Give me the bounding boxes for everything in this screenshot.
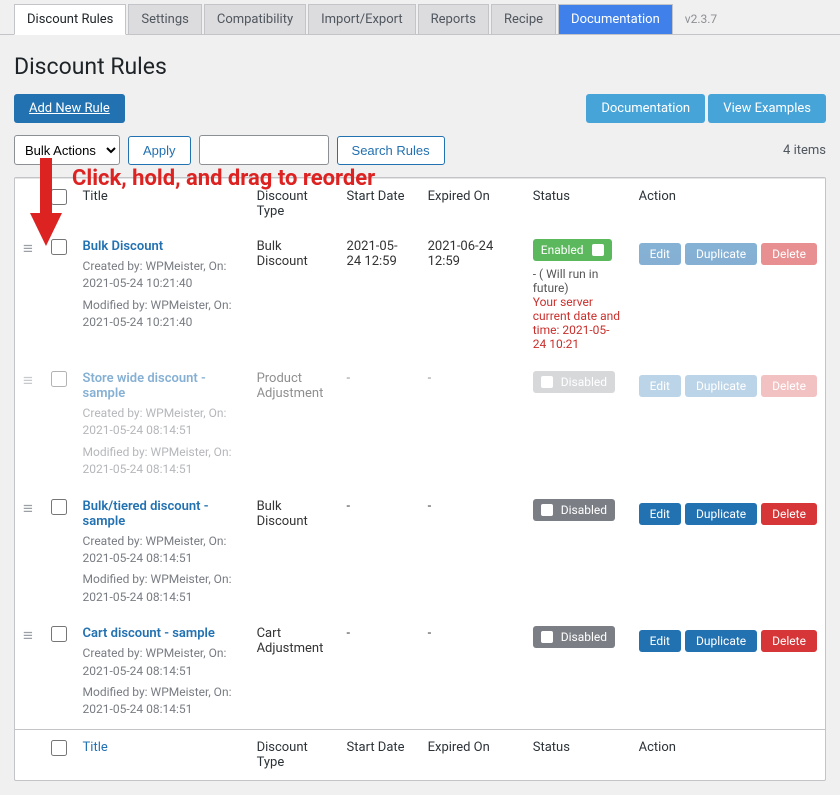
drag-handle-icon[interactable]: ≡: [23, 239, 33, 259]
duplicate-button[interactable]: Duplicate: [685, 375, 757, 397]
status-toggle-disabled[interactable]: Disabled: [533, 626, 615, 648]
tab-documentation[interactable]: Documentation: [558, 4, 673, 34]
rule-discount-type: Product Adjustment: [249, 361, 339, 489]
view-examples-button[interactable]: View Examples: [708, 94, 826, 123]
edit-button[interactable]: Edit: [639, 243, 681, 265]
col-start: Start Date: [339, 179, 420, 230]
col-expired: Expired On: [420, 179, 525, 230]
rule-modified-meta: Modified by: WPMeister, On: 2021-05-24 1…: [83, 297, 241, 332]
rule-modified-meta: Modified by: WPMeister, On: 2021-05-24 0…: [83, 684, 241, 719]
rule-title-link[interactable]: Cart discount - sample: [83, 626, 215, 641]
tab-reports[interactable]: Reports: [418, 4, 489, 34]
rule-discount-type: Bulk Discount: [249, 229, 339, 361]
rule-created-meta: Created by: WPMeister, On: 2021-05-24 08…: [83, 533, 241, 568]
duplicate-button[interactable]: Duplicate: [685, 630, 757, 652]
header-actions: Add New Rule Documentation View Examples: [14, 94, 826, 123]
row-checkbox[interactable]: [51, 371, 67, 387]
version-label: v2.3.7: [675, 12, 727, 26]
rule-expired-on: -: [420, 616, 525, 729]
duplicate-button[interactable]: Duplicate: [685, 243, 757, 265]
col-title[interactable]: Title: [75, 179, 249, 230]
footer-status: Status: [525, 729, 631, 780]
col-status: Status: [525, 179, 631, 230]
footer-start: Start Date: [339, 729, 420, 780]
nav-tabs: Discount RulesSettingsCompatibilityImpor…: [0, 0, 840, 35]
rule-start-date: -: [339, 361, 420, 489]
rule-modified-meta: Modified by: WPMeister, On: 2021-05-24 0…: [83, 571, 241, 606]
delete-button[interactable]: Delete: [761, 503, 817, 525]
delete-button[interactable]: Delete: [761, 243, 817, 265]
status-toggle-disabled[interactable]: Disabled: [533, 499, 615, 521]
rule-expired-on: 2021-06-24 12:59: [420, 229, 525, 361]
rule-start-date: 2021-05-24 12:59: [339, 229, 420, 361]
tab-compatibility[interactable]: Compatibility: [204, 4, 306, 34]
select-all-footer-checkbox[interactable]: [51, 740, 67, 756]
bulk-actions-select[interactable]: Bulk Actions: [14, 135, 120, 165]
rule-expired-on: -: [420, 361, 525, 489]
search-rules-button[interactable]: Search Rules: [337, 136, 445, 165]
footer-action: Action: [631, 729, 825, 780]
rule-expired-on: -: [420, 489, 525, 617]
page-title: Discount Rules: [14, 53, 826, 80]
delete-button[interactable]: Delete: [761, 630, 817, 652]
edit-button[interactable]: Edit: [639, 503, 681, 525]
rules-table: Title Discount Type Start Date Expired O…: [15, 178, 825, 780]
table-footer-row: Title Discount Type Start Date Expired O…: [15, 729, 825, 780]
page-wrap: Click, hold, and drag to reorder Discoun…: [0, 0, 840, 795]
rule-created-meta: Created by: WPMeister, On: 2021-05-24 08…: [83, 645, 241, 680]
rule-start-date: -: [339, 616, 420, 729]
apply-button[interactable]: Apply: [128, 136, 191, 165]
col-discount: Discount Type: [249, 179, 339, 230]
tab-settings[interactable]: Settings: [128, 4, 201, 34]
rule-start-date: -: [339, 489, 420, 617]
row-checkbox[interactable]: [51, 626, 67, 642]
edit-button[interactable]: Edit: [639, 630, 681, 652]
rule-modified-meta: Modified by: WPMeister, On: 2021-05-24 0…: [83, 444, 241, 479]
rule-created-meta: Created by: WPMeister, On: 2021-05-24 10…: [83, 258, 241, 293]
rule-discount-type: Bulk Discount: [249, 489, 339, 617]
filter-row: Bulk Actions Apply Search Rules 4 items: [14, 135, 826, 165]
rules-table-card: Title Discount Type Start Date Expired O…: [14, 177, 826, 781]
select-all-checkbox[interactable]: [51, 189, 67, 205]
table-row: ≡ Cart discount - sample Created by: WPMei…: [15, 616, 825, 729]
drag-handle-icon[interactable]: ≡: [23, 371, 33, 391]
duplicate-button[interactable]: Duplicate: [685, 503, 757, 525]
row-checkbox[interactable]: [51, 239, 67, 255]
footer-discount: Discount Type: [249, 729, 339, 780]
drag-handle-icon[interactable]: ≡: [23, 626, 33, 646]
status-toggle-enabled[interactable]: Enabled: [533, 239, 612, 261]
items-count: 4 items: [783, 143, 826, 158]
table-header-row: Title Discount Type Start Date Expired O…: [15, 179, 825, 230]
table-row: ≡Bulk DiscountCreated by: WPMeister, On:…: [15, 229, 825, 361]
add-new-rule-button[interactable]: Add New Rule: [14, 94, 125, 123]
table-row: ≡ Bulk/tiered discount - sample Created by…: [15, 489, 825, 617]
tab-recipe[interactable]: Recipe: [491, 4, 556, 34]
search-input[interactable]: [199, 135, 329, 165]
col-action: Action: [631, 179, 825, 230]
drag-handle-icon[interactable]: ≡: [23, 499, 33, 519]
footer-title[interactable]: Title: [75, 729, 249, 780]
edit-button[interactable]: Edit: [639, 375, 681, 397]
delete-button[interactable]: Delete: [761, 375, 817, 397]
rule-discount-type: Cart Adjustment: [249, 616, 339, 729]
rule-title-link[interactable]: Bulk/tiered discount - sample: [83, 499, 209, 529]
footer-expired: Expired On: [420, 729, 525, 780]
status-toggle-disabled[interactable]: Disabled: [533, 371, 615, 393]
rule-title-link[interactable]: Bulk Discount: [83, 239, 164, 254]
rule-title-link[interactable]: Store wide discount - sample: [83, 371, 206, 401]
tab-discount-rules[interactable]: Discount Rules: [14, 4, 126, 35]
documentation-button[interactable]: Documentation: [586, 94, 705, 123]
table-row: ≡ Store wide discount - sample Created by:…: [15, 361, 825, 489]
row-checkbox[interactable]: [51, 499, 67, 515]
future-note: - ( Will run in future)Your server curre…: [533, 267, 623, 351]
rule-created-meta: Created by: WPMeister, On: 2021-05-24 08…: [83, 405, 241, 440]
tab-import-export[interactable]: Import/Export: [308, 4, 416, 34]
